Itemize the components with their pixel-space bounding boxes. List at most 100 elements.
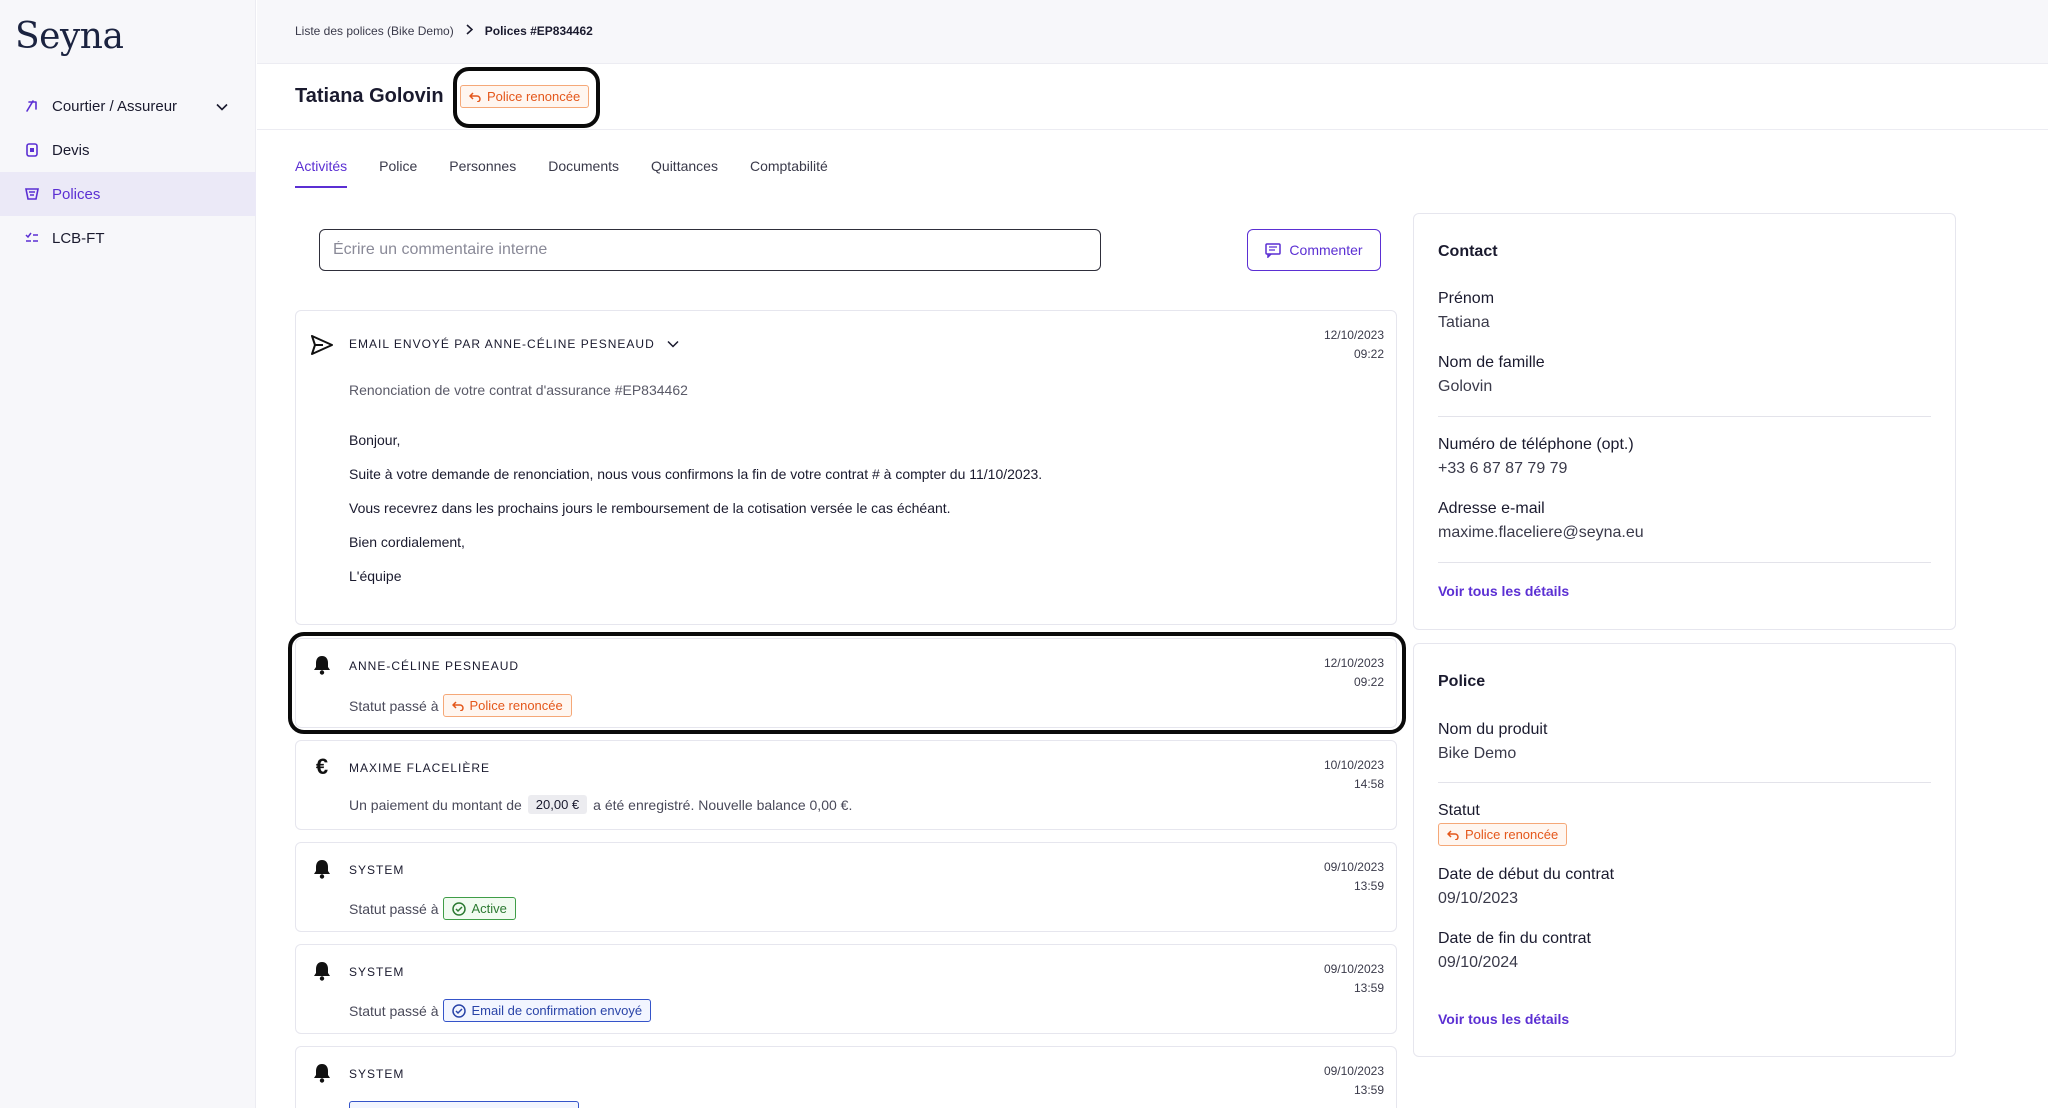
activity-time: 09:22: [1353, 347, 1384, 361]
sidebar-item-label: Courtier / Assureur: [52, 97, 178, 115]
activity-title: MAXIME FLACELIÈRE: [349, 761, 491, 775]
sidebar-item-polices[interactable]: Polices: [0, 172, 256, 216]
activity-time: 13:59: [1353, 981, 1384, 995]
policy-details-link[interactable]: Voir tous les détails: [1438, 1011, 1569, 1027]
divider: [1438, 782, 1931, 783]
activity-date: 09/10/2023: [1323, 962, 1384, 976]
activity-card-status: SYSTEM 09/10/2023 13:59 Statut passé à A…: [295, 842, 1397, 932]
bell-icon: [310, 857, 334, 881]
phone-label: Numéro de téléphone (opt.): [1438, 436, 1634, 453]
breadcrumb-parent-link[interactable]: Liste des polices (Bike Demo): [295, 24, 454, 38]
first-name-label: Prénom: [1438, 290, 1495, 307]
status-badge: Active: [442, 897, 516, 920]
activity-timestamp: 09/10/2023 13:59: [1324, 1062, 1384, 1100]
status-badge: Police renoncée: [1438, 823, 1568, 846]
tab-comptabilite[interactable]: Comptabilité: [750, 158, 828, 188]
chevron-down-icon[interactable]: [667, 340, 679, 348]
activity-title: EMAIL ENVOYÉ PAR ANNE-CÉLINE PESNEAUD: [349, 337, 679, 351]
payment-text: a été enregistré. Nouvelle balance 0,00 …: [593, 796, 853, 813]
email-value: maxime.flaceliere@seyna.eu: [1438, 524, 1644, 541]
document-icon: [24, 142, 40, 158]
bell-icon: [310, 1061, 334, 1085]
start-date-value: 09/10/2023: [1438, 890, 1519, 907]
first-name-value: Tatiana: [1438, 314, 1490, 331]
top-bar: Liste des polices (Bike Demo) Polices #E…: [257, 0, 2048, 64]
divider: [1438, 416, 1931, 417]
activity-body: Statut passé à Email de confirmation env…: [349, 999, 652, 1022]
tab-activites[interactable]: Activités: [295, 158, 348, 188]
activity-time: 13:59: [1353, 879, 1384, 893]
activity-body: Statut passé à Active: [349, 897, 516, 920]
tab-personnes[interactable]: Personnes: [449, 158, 516, 188]
payment-text: Un paiement du montant de: [349, 796, 522, 813]
status-badge-label: Police renoncée: [1465, 827, 1559, 842]
page-title: Tatiana Golovin: [295, 85, 444, 107]
sidebar-item-lcb-ft[interactable]: LCB-FT: [0, 216, 256, 260]
activity-date: 10/10/2023: [1323, 758, 1384, 772]
status-badge-label: Email de confirmation envoyé: [471, 1003, 643, 1018]
activity-label: Statut passé à: [349, 900, 439, 917]
activity-title-text: EMAIL ENVOYÉ PAR ANNE-CÉLINE PESNEAUD: [349, 337, 655, 351]
email-subject: Renonciation de votre contrat d'assuranc…: [349, 382, 688, 398]
checklist-icon: [24, 230, 40, 246]
start-date-label: Date de début du contrat: [1438, 866, 1615, 883]
email-line: Bien cordialement,: [349, 534, 465, 550]
sidebar: Seyna Courtier / Assureur Devis Polices: [0, 0, 256, 1108]
sidebar-item-label: Devis: [52, 141, 90, 159]
tab-documents[interactable]: Documents: [548, 158, 619, 188]
last-name-value: Golovin: [1438, 378, 1493, 395]
email-line: Vous recevrez dans les prochains jours l…: [349, 500, 951, 516]
activity-body: [349, 1101, 579, 1108]
breadcrumb-current: Polices #EP834462: [484, 24, 593, 38]
activity-timestamp: 09/10/2023 13:59: [1324, 960, 1384, 998]
comment-button-label: Commenter: [1289, 242, 1363, 258]
policy-icon: [24, 186, 40, 202]
product-value: Bike Demo: [1438, 745, 1517, 762]
sidebar-item-devis[interactable]: Devis: [0, 128, 256, 172]
broker-icon: [24, 98, 40, 114]
comment-input[interactable]: [319, 229, 1101, 271]
activity-timestamp: 12/10/2023 09:22: [1324, 326, 1384, 364]
activity-highlight-outline: [288, 632, 1406, 734]
comment-button[interactable]: Commenter: [1247, 229, 1381, 271]
tab-police[interactable]: Police: [379, 158, 417, 188]
amount-chip: 20,00 €: [527, 795, 588, 814]
email-line: Bonjour,: [349, 432, 401, 448]
status-badge-label: Active: [471, 901, 507, 916]
activity-title: SYSTEM: [349, 863, 405, 877]
comment-icon: [1265, 242, 1282, 258]
activity-timestamp: 09/10/2023 13:59: [1324, 858, 1384, 896]
sidebar-item-courtier[interactable]: Courtier / Assureur: [0, 84, 256, 128]
sidebar-item-label: LCB-FT: [52, 229, 105, 247]
tab-quittances[interactable]: Quittances: [651, 158, 718, 188]
chevron-down-icon[interactable]: [216, 98, 228, 115]
activity-card-status: SYSTEM 09/10/2023 13:59 Statut passé à E…: [295, 944, 1397, 1034]
end-date-value: 09/10/2024: [1438, 954, 1519, 971]
activity-label: Statut passé à: [349, 1002, 439, 1019]
undo-icon: [1447, 829, 1459, 840]
activity-card-status: SYSTEM 09/10/2023 13:59: [295, 1046, 1397, 1108]
activity-card-email: EMAIL ENVOYÉ PAR ANNE-CÉLINE PESNEAUD 12…: [295, 310, 1397, 625]
divider: [1438, 562, 1931, 563]
end-date-label: Date de fin du contrat: [1438, 930, 1591, 947]
activity-title: SYSTEM: [349, 965, 405, 979]
email-label: Adresse e-mail: [1438, 500, 1545, 517]
status-highlight-outline: [453, 67, 600, 128]
status-label: Statut: [1438, 802, 1480, 819]
status-badge: [349, 1101, 579, 1108]
euro-icon: €: [315, 754, 329, 779]
activity-date: 09/10/2023: [1323, 860, 1384, 874]
activity-body: Un paiement du montant de 20,00 € a été …: [349, 795, 852, 814]
product-label: Nom du produit: [1438, 721, 1548, 738]
policy-panel: Police Nom du produit Bike Demo Statut P…: [1413, 643, 1956, 1057]
activity-time: 14:58: [1353, 777, 1384, 791]
breadcrumb: Liste des polices (Bike Demo) Polices #E…: [295, 24, 593, 38]
app-logo[interactable]: Seyna: [15, 16, 124, 57]
activity-time: 13:59: [1353, 1083, 1384, 1097]
sidebar-item-label: Polices: [52, 185, 101, 203]
activity-date: 12/10/2023: [1323, 328, 1384, 342]
email-line: L'équipe: [349, 568, 402, 584]
contact-details-link[interactable]: Voir tous les détails: [1438, 583, 1569, 599]
email-line: Suite à votre demande de renonciation, n…: [349, 466, 1043, 482]
status-badge: Email de confirmation envoyé: [442, 999, 652, 1022]
